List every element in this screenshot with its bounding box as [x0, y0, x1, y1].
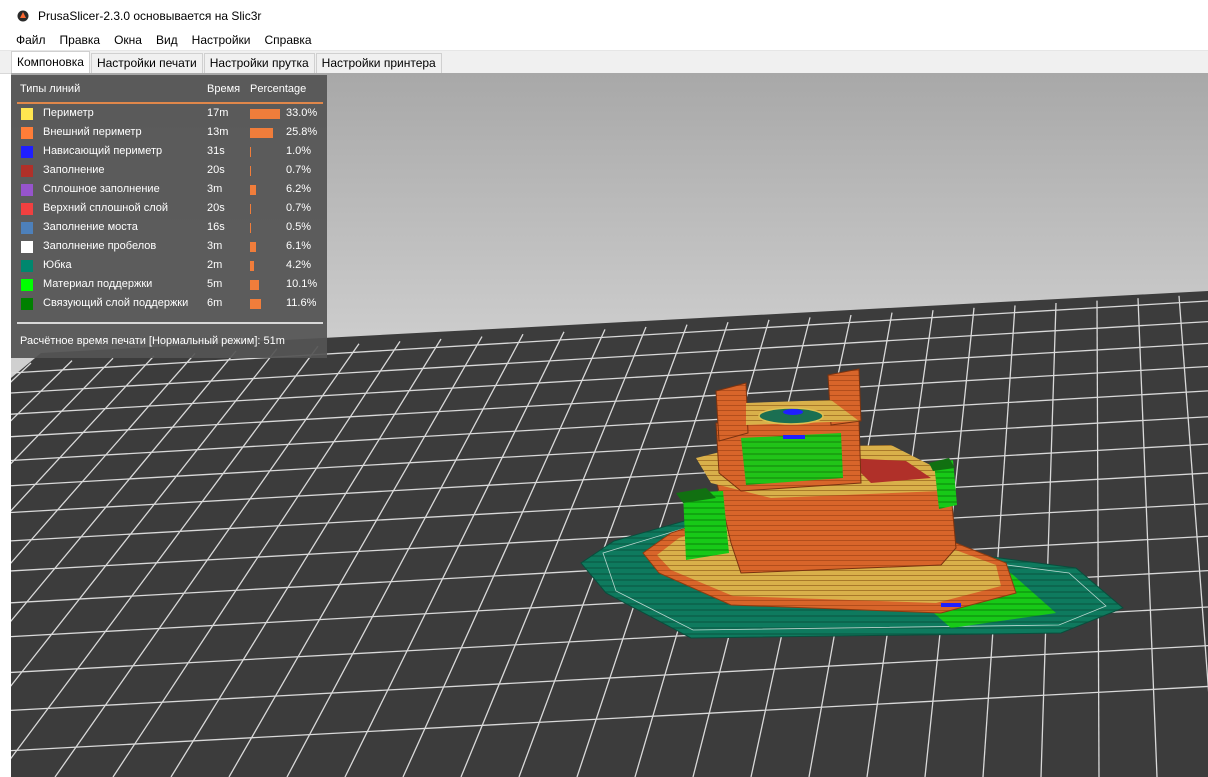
legend-row-time: 31s — [207, 145, 225, 157]
legend-row-bar — [250, 223, 251, 233]
bridge-infill — [783, 435, 805, 439]
legend-header-divider — [17, 102, 323, 104]
tab-bar: Компоновка Настройки печати Настройки пр… — [0, 51, 1208, 74]
legend-row-time: 5m — [207, 278, 223, 290]
legend-col-percent: Percentage — [250, 83, 307, 95]
legend-row-label: Нависающий периметр — [43, 145, 163, 157]
legend-swatch — [21, 241, 33, 253]
menu-configuration[interactable]: Настройки — [185, 31, 258, 50]
legend-row: Периметр 17m 33.0% — [11, 105, 327, 124]
legend-row-percent: 6.1% — [286, 240, 312, 252]
estimated-print-time: Расчётное время печати [Нормальный режим… — [20, 335, 285, 347]
legend-row-percent: 4.2% — [286, 259, 312, 271]
legend-row-percent: 10.1% — [286, 278, 318, 290]
legend-swatch — [21, 298, 33, 310]
legend-row: Юбка 2m 4.2% — [11, 257, 327, 276]
legend-row-time: 17m — [207, 107, 229, 119]
legend-row-bar — [250, 147, 251, 157]
menu-window[interactable]: Окна — [107, 31, 149, 50]
legend-swatch — [21, 108, 33, 120]
legend-row-bar — [250, 242, 256, 252]
legend-row-bar — [250, 261, 254, 271]
tower-wall-left — [715, 382, 749, 442]
overhang-mark — [941, 603, 961, 607]
window-title: PrusaSlicer-2.3.0 основывается на Slic3r — [38, 8, 262, 23]
legend-col-time: Время — [207, 83, 241, 95]
legend-row: Заполнение 20s 0.7% — [11, 162, 327, 181]
legend-row-bar — [250, 185, 256, 195]
legend-row: Заполнение моста 16s 0.5% — [11, 219, 327, 238]
legend-row-percent: 33.0% — [286, 107, 318, 119]
legend-swatch — [21, 127, 33, 139]
legend-row: Материал поддержки 5m 10.1% — [11, 276, 327, 295]
legend-row-time: 20s — [207, 164, 225, 176]
legend-row-bar — [250, 299, 261, 309]
legend-row-label: Сплошное заполнение — [43, 183, 160, 195]
tab-print-settings[interactable]: Настройки печати — [90, 53, 203, 73]
legend-row-label: Заполнение пробелов — [43, 240, 157, 252]
menu-file[interactable]: Файл — [0, 31, 53, 50]
legend-row-label: Заполнение — [43, 164, 105, 176]
legend-row: Сплошное заполнение 3m 6.2% — [11, 181, 327, 200]
overhang-perimeter — [783, 409, 803, 415]
legend-row-bar — [250, 109, 280, 119]
menu-edit[interactable]: Правка — [53, 31, 108, 50]
legend-row-time: 3m — [207, 183, 223, 195]
support-tower — [741, 433, 843, 485]
legend-row-percent: 6.2% — [286, 183, 312, 195]
legend-row-label: Верхний сплошной слой — [43, 202, 169, 214]
tab-filament-settings[interactable]: Настройки прутка — [203, 53, 315, 73]
tab-printer-settings[interactable]: Настройки принтера — [315, 53, 442, 73]
legend-swatch — [21, 165, 33, 177]
legend-row: Верхний сплошной слой 20s 0.7% — [11, 200, 327, 219]
legend-row-label: Связующий слой поддержки — [43, 297, 189, 309]
legend-row-percent: 0.7% — [286, 164, 312, 176]
tab-plater[interactable]: Компоновка — [11, 51, 90, 73]
legend-row-bar — [250, 204, 251, 214]
legend-row-time: 20s — [207, 202, 225, 214]
legend-row: Внешний периметр 13m 25.8% — [11, 124, 327, 143]
legend-swatch — [21, 203, 33, 215]
legend-swatch — [21, 146, 33, 158]
legend-footer-divider — [17, 322, 323, 324]
legend-row-label: Юбка — [43, 259, 72, 271]
legend-row: Связующий слой поддержки 6m 11.6% — [11, 295, 327, 314]
legend-row-percent: 0.7% — [286, 202, 312, 214]
legend-panel: Типы линий Время Percentage Периметр 17m 3… — [11, 75, 327, 358]
legend-swatch — [21, 279, 33, 291]
legend-row-percent: 1.0% — [286, 145, 312, 157]
legend-header: Типы линий Время Percentage — [11, 83, 327, 99]
legend-row-percent: 0.5% — [286, 221, 312, 233]
legend-col-type: Типы линий — [20, 83, 81, 95]
prusa-logo-icon — [17, 10, 29, 21]
title-bar: PrusaSlicer-2.3.0 основывается на Slic3r — [0, 0, 1208, 31]
legend-row: Заполнение пробелов 3m 6.1% — [11, 238, 327, 257]
legend-row-time: 16s — [207, 221, 225, 233]
legend-row-percent: 25.8% — [286, 126, 318, 138]
legend-row-label: Материал поддержки — [43, 278, 153, 290]
legend-row-label: Внешний периметр — [43, 126, 142, 138]
legend-swatch — [21, 222, 33, 234]
legend-row-label: Периметр — [43, 107, 94, 119]
legend-row-time: 6m — [207, 297, 223, 309]
legend-row-time: 3m — [207, 240, 223, 252]
menu-help[interactable]: Справка — [258, 31, 319, 50]
legend-swatch — [21, 184, 33, 196]
menu-bar: Файл Правка Окна Вид Настройки Справка — [0, 31, 1208, 51]
legend-swatch — [21, 260, 33, 272]
legend-row-label: Заполнение моста — [43, 221, 138, 233]
legend-row: Нависающий периметр 31s 1.0% — [11, 143, 327, 162]
legend-row-time: 13m — [207, 126, 229, 138]
legend-row-bar — [250, 128, 273, 138]
legend-row-percent: 11.6% — [286, 297, 317, 309]
prusaslicer-window: PrusaSlicer-2.3.0 основывается на Slic3r… — [0, 0, 1208, 777]
legend-row-bar — [250, 166, 251, 176]
legend-row-time: 2m — [207, 259, 223, 271]
menu-view[interactable]: Вид — [149, 31, 185, 50]
legend-row-bar — [250, 280, 259, 290]
